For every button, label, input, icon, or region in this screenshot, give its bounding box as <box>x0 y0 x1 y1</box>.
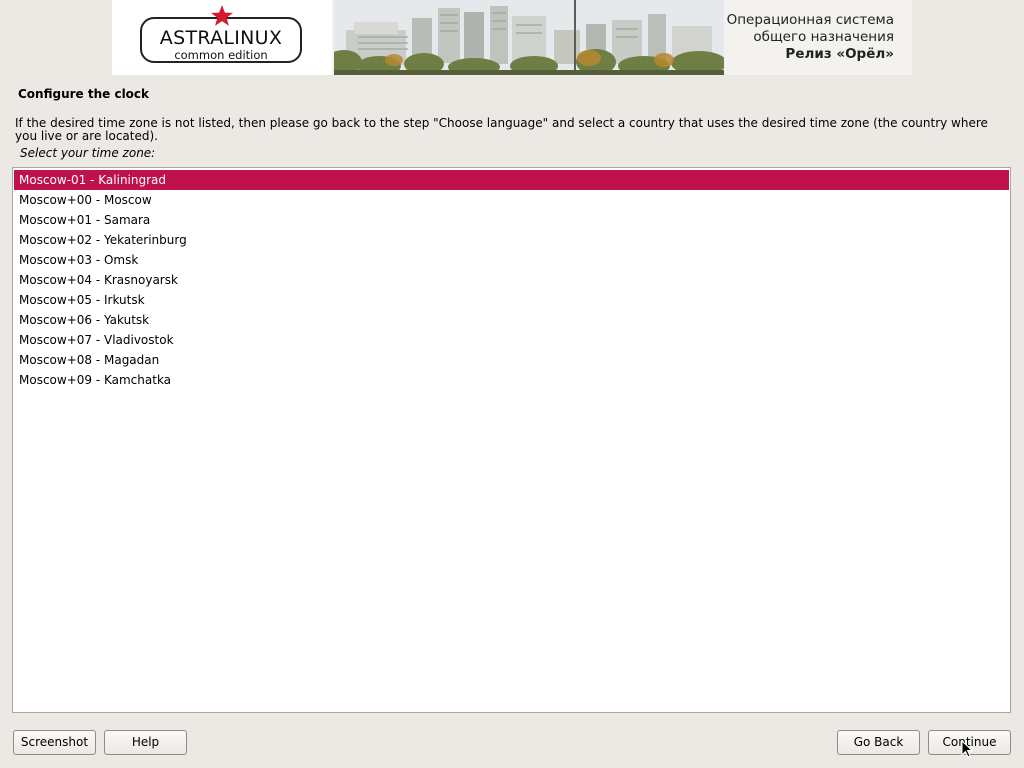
timezone-option-kaliningrad[interactable]: Moscow-01 - Kaliningrad <box>14 170 1009 190</box>
page-description: If the desired time zone is not listed, … <box>15 116 988 143</box>
logo: ASTRALINUX common edition <box>112 0 332 75</box>
timezone-list[interactable]: Moscow-01 - Kaliningrad Moscow+00 - Mosc… <box>12 167 1011 713</box>
logo-name: ASTRALINUX <box>159 27 283 49</box>
go-back-button[interactable]: Go Back <box>837 730 920 755</box>
city-skyline-image <box>334 0 724 75</box>
release-name: Релиз «Орёл» <box>785 46 894 62</box>
logo-edition: common edition <box>174 48 268 62</box>
help-button[interactable]: Help <box>104 730 187 755</box>
header-banner: ASTRALINUX common edition Операционная с… <box>112 0 912 75</box>
city-photo <box>334 0 724 75</box>
timezone-option-vladivostok[interactable]: Moscow+07 - Vladivostok <box>14 330 1009 350</box>
screenshot-button[interactable]: Screenshot <box>13 730 96 755</box>
timezone-option-irkutsk[interactable]: Moscow+05 - Irkutsk <box>14 290 1009 310</box>
timezone-option-samara[interactable]: Moscow+01 - Samara <box>14 210 1009 230</box>
timezone-prompt: Select your time zone: <box>20 146 156 160</box>
timezone-option-krasnoyarsk[interactable]: Moscow+04 - Krasnoyarsk <box>14 270 1009 290</box>
timezone-option-moscow[interactable]: Moscow+00 - Moscow <box>14 190 1009 210</box>
page-title: Configure the clock <box>18 87 150 101</box>
star-icon <box>211 5 233 26</box>
timezone-option-kamchatka[interactable]: Moscow+09 - Kamchatka <box>14 370 1009 390</box>
timezone-option-yekaterinburg[interactable]: Moscow+02 - Yekaterinburg <box>14 230 1009 250</box>
timezone-option-magadan[interactable]: Moscow+08 - Magadan <box>14 350 1009 370</box>
timezone-option-yakutsk[interactable]: Moscow+06 - Yakutsk <box>14 310 1009 330</box>
os-line-2: общего назначения <box>753 29 894 45</box>
mouse-pointer-icon <box>961 740 973 758</box>
os-description: Операционная система общего назначения Р… <box>727 12 894 63</box>
timezone-option-omsk[interactable]: Moscow+03 - Omsk <box>14 250 1009 270</box>
os-line-1: Операционная система <box>726 12 894 28</box>
